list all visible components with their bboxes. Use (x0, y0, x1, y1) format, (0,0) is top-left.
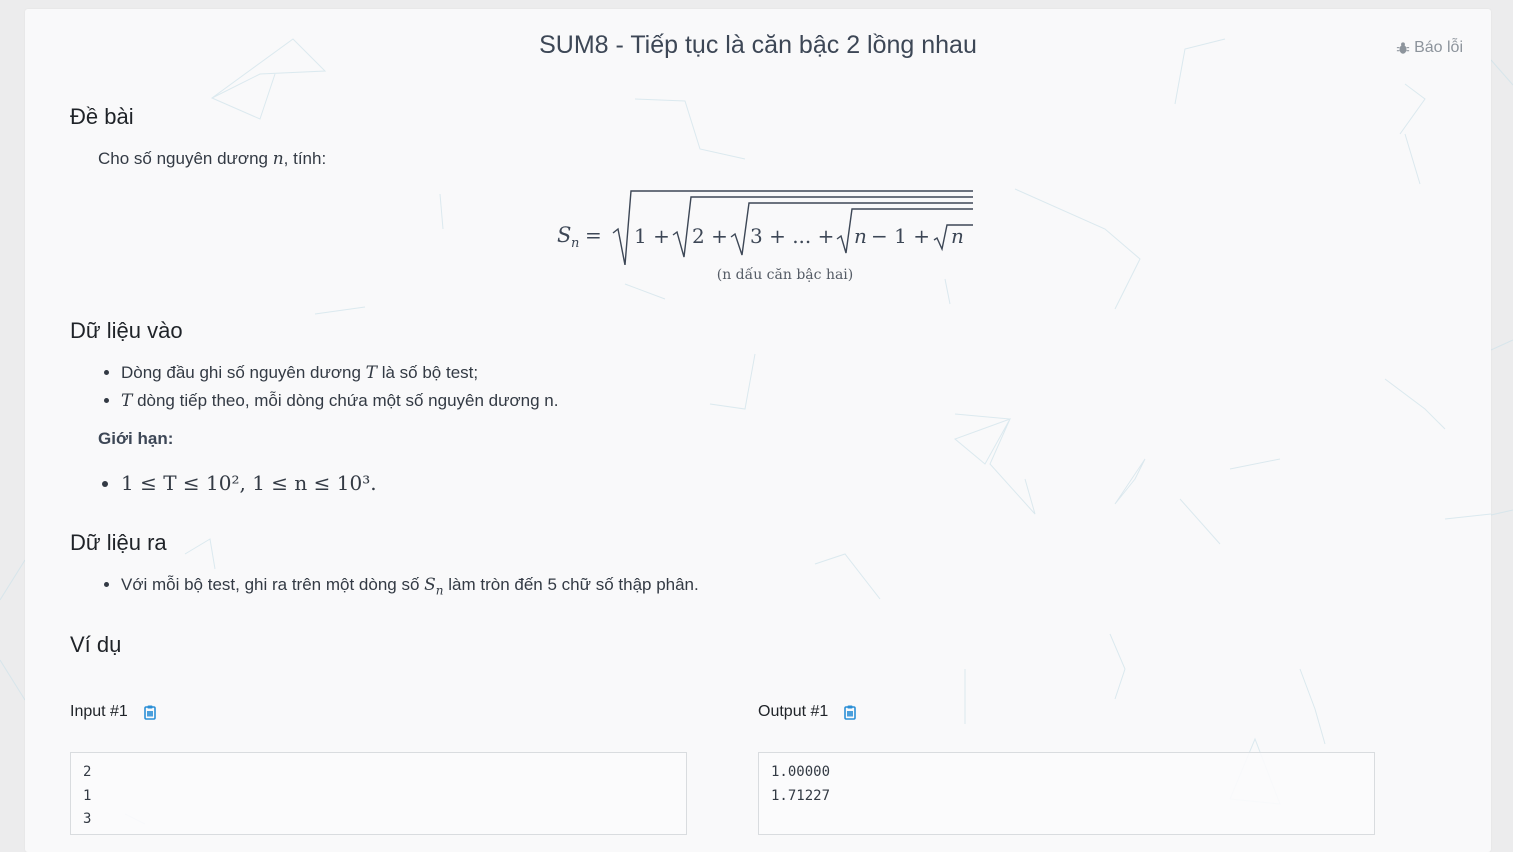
example-heading: Ví dụ (70, 632, 122, 657)
input-heading: Dữ liệu vào (70, 318, 183, 343)
input-example-box[interactable]: 2 1 3 (70, 752, 687, 835)
report-bug-button[interactable]: Báo lỗi (1396, 39, 1463, 57)
svg-text:n: n (854, 224, 867, 248)
card-network-pattern (124, 38, 1491, 825)
svg-text:2 +: 2 + (692, 224, 728, 248)
limit-list: 1 ≤ T ≤ 10², 1 ≤ n ≤ 10³. (95, 469, 377, 497)
nested-root-formula: S n = 1 + 2 + 3 + ... + n − 1 + n (557, 190, 973, 265)
svg-text:=: = (585, 223, 602, 247)
svg-text:n: n (951, 224, 964, 248)
formula-note: (n dấu căn bậc hai) (716, 267, 854, 283)
statement-heading: Đề bài (70, 104, 134, 129)
statement-intro-tail: , tính: (283, 149, 327, 168)
formula-lhs-sub: n (571, 236, 579, 251)
input-list: Dòng đầu ghi số nguyên dương T là số bộ … (95, 359, 558, 415)
limit-title: Giới hạn: (98, 429, 174, 448)
output-heading: Dữ liệu ra (70, 530, 167, 555)
page-scrollbar[interactable] (1503, 0, 1513, 852)
formula-lhs: S (557, 223, 571, 247)
page-title: SUM8 - Tiếp tục là căn bậc 2 lồng nhau (539, 31, 977, 59)
statement-intro-text: Cho số nguyên dương (98, 149, 273, 168)
output-label-text: Output #1 (758, 703, 829, 720)
list-item: Dòng đầu ghi số nguyên dương T là số bộ … (121, 359, 558, 387)
report-bug-label: Báo lỗi (1414, 39, 1463, 56)
limit-item: 1 ≤ T ≤ 10², 1 ≤ n ≤ 10³. (121, 469, 377, 497)
list-item: T dòng tiếp theo, mỗi dòng chứa một số n… (121, 387, 558, 415)
svg-text:− 1 +: − 1 + (871, 224, 930, 248)
svg-text:1 +: 1 + (634, 224, 670, 248)
input-label-text: Input #1 (70, 703, 128, 720)
output-example-label: Output #1 (758, 703, 858, 721)
input-example-label: Input #1 (70, 703, 158, 721)
output-example-box[interactable]: 1.00000 1.71227 (758, 752, 1375, 835)
output-list: Với mỗi bộ test, ghi ra trên một dòng số… (95, 571, 699, 604)
problem-card: SUM8 - Tiếp tục là căn bậc 2 lồng nhau B… (25, 9, 1491, 852)
statement-intro: Cho số nguyên dương n, tính: (98, 149, 326, 169)
svg-text:3 + ... +: 3 + ... + (750, 224, 834, 248)
list-item: Với mỗi bộ test, ghi ra trên một dòng số… (121, 571, 699, 604)
bug-icon (1396, 42, 1410, 54)
statement-intro-var: n (272, 149, 284, 169)
clipboard-icon[interactable] (142, 704, 158, 720)
clipboard-icon[interactable] (842, 704, 858, 720)
